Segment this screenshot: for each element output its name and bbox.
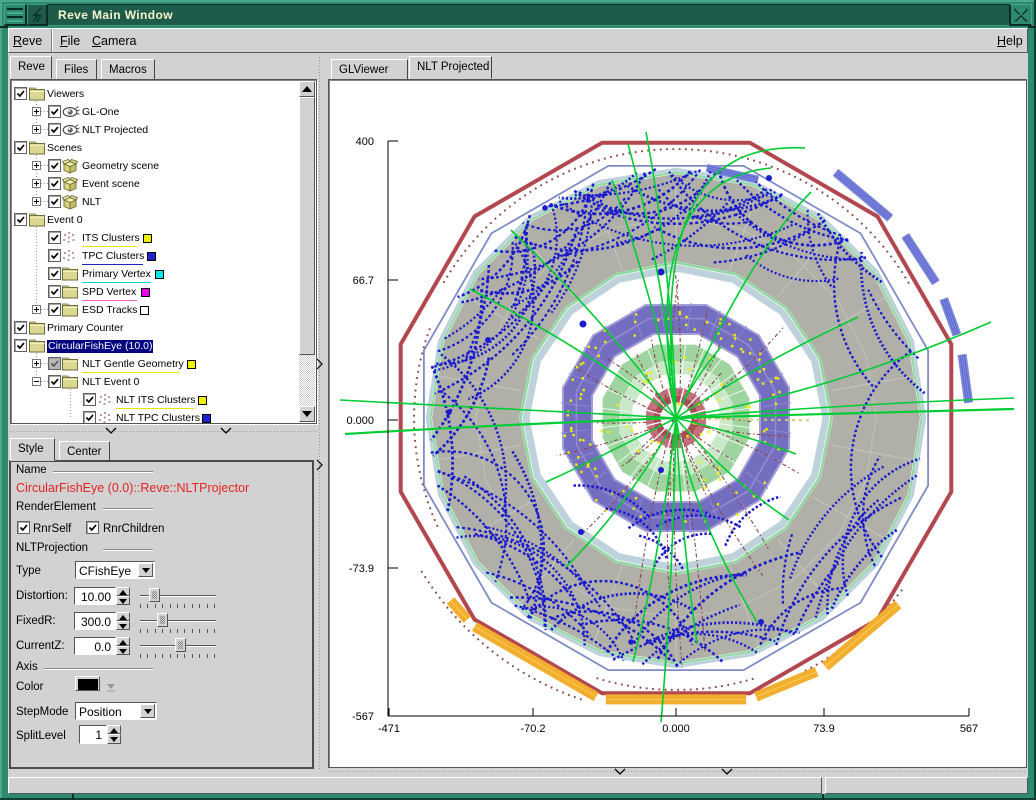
svg-text:567: 567 xyxy=(960,723,978,735)
svg-text:-567: -567 xyxy=(352,711,374,723)
svg-text:73.9: 73.9 xyxy=(813,723,834,735)
svg-text:0.000: 0.000 xyxy=(662,723,690,735)
svg-text:-471: -471 xyxy=(378,723,400,735)
svg-text:-70.2: -70.2 xyxy=(520,723,545,735)
svg-text:0.000: 0.000 xyxy=(346,415,374,427)
svg-text:66.7: 66.7 xyxy=(353,275,374,287)
svg-text:-73.9: -73.9 xyxy=(349,563,374,575)
svg-text:400: 400 xyxy=(356,136,374,148)
